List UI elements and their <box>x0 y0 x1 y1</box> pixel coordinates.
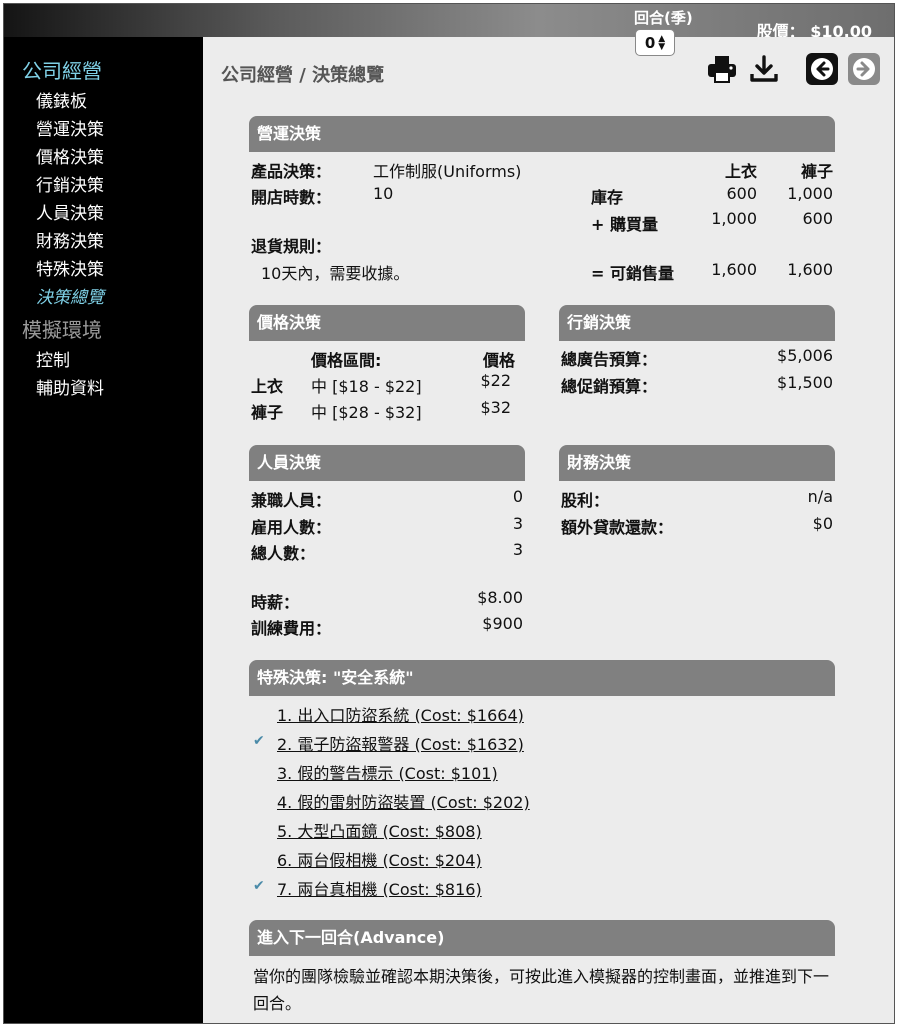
dividend-value: n/a <box>807 487 833 506</box>
staff-section-header: 人員決策 <box>249 445 525 481</box>
return-policy-label: 退貨規則： <box>251 237 332 256</box>
sidebar-item-operations[interactable]: 營運決策 <box>4 116 203 144</box>
round-select[interactable]: 0 ▲ ▼ <box>635 29 675 56</box>
special-option-1[interactable]: 1. 出入口防盜系統 (Cost: $1664) <box>277 702 524 726</box>
hired-value: 3 <box>512 514 523 533</box>
hours-label: 開店時數： <box>251 188 332 207</box>
sidebar-item-staff[interactable]: 人員決策 <box>4 200 203 228</box>
arrow-right-icon[interactable] <box>848 53 880 85</box>
operations-section-header: 營運決策 <box>249 116 835 152</box>
dividend-label: 股利： <box>561 491 610 510</box>
return-policy-value: 10天內，需要收據。 <box>261 264 410 283</box>
purchase-shirt: 1,000 <box>711 209 757 228</box>
arrow-left-icon[interactable] <box>806 53 838 85</box>
total-staff-value: 3 <box>512 540 523 559</box>
toolbar <box>706 53 880 85</box>
sellable-label: = 可銷售量 <box>591 264 674 283</box>
marketing-section-header: 行銷決策 <box>559 305 835 341</box>
price-row-pants-price: $32 <box>480 398 511 417</box>
sidebar-item-dashboard[interactable]: 儀錶板 <box>4 88 203 116</box>
round-select-value: 0 <box>644 33 656 52</box>
column-header-shirt: 上衣 <box>724 162 757 181</box>
pricing-section-header: 價格決策 <box>249 305 525 341</box>
ad-budget-value: $5,006 <box>777 346 833 365</box>
price-row-pants-item: 褲子 <box>251 403 284 422</box>
updown-icon: ▲ ▼ <box>658 33 666 52</box>
special-section-header: 特殊決策: "安全系統" <box>249 660 835 696</box>
loan-repayment-label: 額外貸款還款： <box>561 518 674 537</box>
inventory-pants: 1,000 <box>787 184 833 203</box>
special-option-2[interactable]: 2. 電子防盜報警器 (Cost: $1632) <box>277 731 524 755</box>
sidebar-item-summary[interactable]: 決策總覽 <box>4 284 203 312</box>
special-option-3[interactable]: 3. 假的警告標示 (Cost: $101) <box>277 760 498 784</box>
sellable-pants: 1,600 <box>787 260 833 279</box>
sidebar-heading-environment[interactable]: 模擬環境 <box>4 314 203 343</box>
price-row-shirt-price: $22 <box>480 371 511 390</box>
inventory-label: 庫存 <box>591 188 624 207</box>
product-label: 產品決策： <box>251 162 332 181</box>
sidebar-item-special[interactable]: 特殊決策 <box>4 256 203 284</box>
parttime-value: 0 <box>512 487 523 506</box>
print-icon[interactable] <box>706 53 738 85</box>
sidebar-item-marketing[interactable]: 行銷決策 <box>4 172 203 200</box>
inventory-shirt: 600 <box>726 184 757 203</box>
page-title: 公司經營 / 決策總覽 <box>221 65 385 86</box>
sidebar-item-resources[interactable]: 輔助資料 <box>4 375 203 403</box>
app-frame: 回合(季) 股價： $10.00 0 ▲ ▼ 公司經營 儀錶板 營運決策 價格決策… <box>3 3 895 1024</box>
hours-value: 10 <box>373 184 394 203</box>
product-value: 工作制服(Uniforms) <box>373 162 522 181</box>
parttime-label: 兼職人員： <box>251 491 332 510</box>
download-icon[interactable] <box>748 53 780 85</box>
round-label: 回合(季) <box>634 9 693 27</box>
wage-label: 時薪： <box>251 593 300 612</box>
price-row-shirt-item: 上衣 <box>251 377 284 396</box>
price-row-shirt-range: 中 [$18 - $22] <box>311 377 422 396</box>
sidebar-item-pricing[interactable]: 價格決策 <box>4 144 203 172</box>
sidebar-item-finance[interactable]: 財務決策 <box>4 228 203 256</box>
advance-description: 當你的團隊檢驗並確認本期決策後，可按此進入模擬器的控制畫面，並推進到下一回合。 <box>253 967 830 1013</box>
special-option-6[interactable]: 6. 兩台假相機 (Cost: $204) <box>277 847 482 871</box>
sellable-shirt: 1,600 <box>711 260 757 279</box>
promo-budget-value: $1,500 <box>777 373 833 392</box>
checkmark-icon: ✔ <box>253 878 265 894</box>
sidebar: 公司經營 儀錶板 營運決策 價格決策 行銷決策 人員決策 財務決策 特殊決策 決… <box>4 37 203 1023</box>
price-row-pants-range: 中 [$28 - $32] <box>311 403 422 422</box>
sidebar-heading-company[interactable]: 公司經營 <box>4 55 203 84</box>
checkmark-icon: ✔ <box>253 733 265 749</box>
special-option-7[interactable]: 7. 兩台真相機 (Cost: $816) <box>277 876 482 900</box>
advance-button[interactable]: 進入下一回合(Advance) <box>249 920 835 956</box>
main-panel: 公司經營 / 決策總覽 營運決策 產品決策： 工作制服(Uniforms) 開店… <box>203 37 894 1023</box>
loan-repayment-value: $0 <box>812 514 833 533</box>
sidebar-item-control[interactable]: 控制 <box>4 347 203 375</box>
wage-value: $8.00 <box>477 588 523 607</box>
column-header-pants: 褲子 <box>800 162 833 181</box>
price-range-header: 價格區間: <box>311 351 382 370</box>
promo-budget-label: 總促銷預算： <box>561 377 658 396</box>
total-staff-label: 總人數： <box>251 544 316 563</box>
purchase-label: + 購買量 <box>591 215 658 234</box>
price-header: 價格 <box>482 351 515 370</box>
top-bar: 回合(季) 股價： $10.00 <box>4 4 894 41</box>
special-option-4[interactable]: 4. 假的雷射防盜裝置 (Cost: $202) <box>277 789 530 813</box>
training-value: $900 <box>482 614 523 633</box>
training-label: 訓練費用： <box>251 619 332 638</box>
purchase-pants: 600 <box>802 209 833 228</box>
hired-label: 雇用人數： <box>251 518 332 537</box>
ad-budget-label: 總廣告預算： <box>561 350 658 369</box>
special-option-5[interactable]: 5. 大型凸面鏡 (Cost: $808) <box>277 818 482 842</box>
finance-section-header: 財務決策 <box>559 445 835 481</box>
